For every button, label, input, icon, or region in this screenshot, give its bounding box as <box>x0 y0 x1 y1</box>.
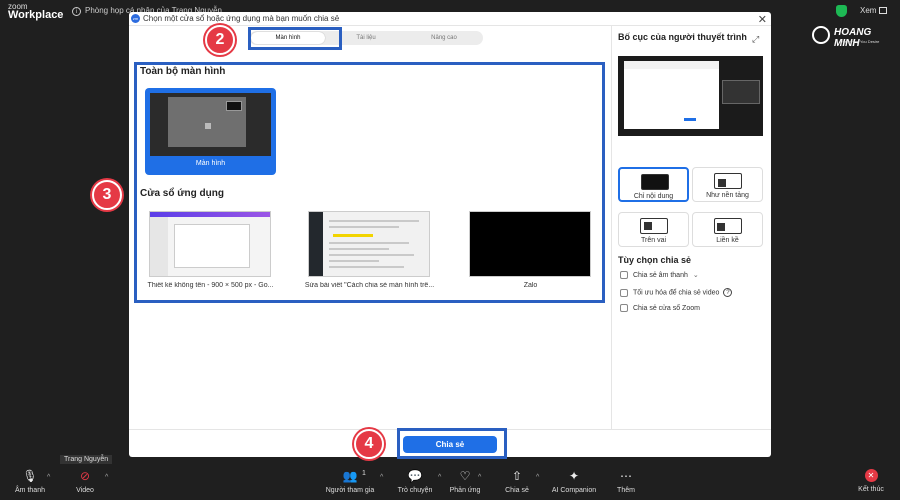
chevron-up-icon[interactable]: ^ <box>478 474 481 481</box>
step-badge-4: 4 <box>354 429 384 459</box>
step-badge-3: 3 <box>92 180 122 210</box>
security-shield-icon[interactable] <box>836 5 847 17</box>
layout-side-by-side[interactable]: Liền kề <box>692 212 763 247</box>
share-screen-icon: ⇧ <box>511 469 523 483</box>
reactions-button[interactable]: ♡ Phản ứng <box>435 469 495 494</box>
audio-button[interactable]: 🎙 Âm thanh <box>0 469 60 494</box>
zoom-app-icon: zm <box>131 14 140 23</box>
info-icon: i <box>72 7 81 16</box>
expand-icon[interactable]: ⤢ <box>752 34 759 45</box>
brand-mark-icon <box>812 26 830 44</box>
more-icon: ⋯ <box>620 469 632 483</box>
end-meeting-button[interactable]: ✕ Kết thúc <box>841 469 900 493</box>
layout-title: Bố cục của người thuyết trình <box>618 32 747 42</box>
optimize-video-checkbox[interactable]: Tối ưu hóa để chia sẻ video? <box>620 288 733 297</box>
over-shoulder-icon <box>640 218 668 234</box>
participant-name-label: Trang Nguyễn <box>60 455 113 464</box>
presenter-layout-panel: Bố cục của người thuyết trình ⤢ Chỉ nội … <box>611 26 771 429</box>
highlight-step2 <box>248 27 342 50</box>
chevron-down-icon[interactable]: ⌄ <box>693 272 699 279</box>
watermark-logo: HOANG MINH Everything You Desire <box>812 26 896 49</box>
sparkle-icon: ✦ <box>568 469 580 483</box>
layout-content-only[interactable]: Chỉ nội dung <box>618 167 689 202</box>
chevron-up-icon[interactable]: ^ <box>105 474 108 481</box>
close-icon[interactable]: ✕ <box>758 13 767 26</box>
side-by-side-icon <box>714 218 742 234</box>
video-button[interactable]: ⊘ Video <box>55 469 115 494</box>
highlight-step4 <box>397 428 507 459</box>
people-icon: 👥 <box>342 469 358 483</box>
meeting-toolbar: 🎙 Âm thanh ^ ⊘ Video ^ 👥 Người tham gia 1 ^… <box>0 466 900 500</box>
view-button[interactable]: Xem <box>860 6 888 15</box>
share-options-heading: Tùy chọn chia sẻ <box>618 255 692 265</box>
background-layout-icon <box>714 173 742 189</box>
checkbox-icon <box>620 304 628 312</box>
help-icon[interactable]: ? <box>723 288 733 297</box>
participants-count: 1 <box>362 470 366 477</box>
content-only-icon <box>641 174 669 190</box>
layout-preview <box>618 56 763 136</box>
end-icon: ✕ <box>864 469 878 482</box>
share-zoom-window-checkbox[interactable]: Chia sẻ cửa sổ Zoom <box>620 304 700 312</box>
chevron-up-icon[interactable]: ^ <box>380 474 383 481</box>
checkbox-icon <box>620 271 628 280</box>
participants-button[interactable]: 👥 Người tham gia <box>320 469 380 494</box>
layout-background[interactable]: Như nền tảng <box>692 167 763 202</box>
grid-icon <box>879 7 888 15</box>
microphone-icon: 🎙 <box>22 469 38 483</box>
tab-advanced[interactable]: Nâng cao <box>407 32 481 44</box>
layout-over-shoulder[interactable]: Trên vai <box>618 212 689 247</box>
chevron-up-icon[interactable]: ^ <box>536 474 539 481</box>
heart-icon: ♡ <box>459 469 471 483</box>
highlight-step3 <box>134 62 605 303</box>
more-button[interactable]: ⋯ Thêm <box>596 469 656 494</box>
dialog-title: Chọn một cửa sổ hoặc ứng dụng mà bạn muố… <box>143 14 340 23</box>
share-audio-checkbox[interactable]: Chia sẻ âm thanh ⌄ <box>620 271 699 280</box>
step-badge-2: 2 <box>205 25 235 55</box>
video-off-icon: ⊘ <box>79 469 91 483</box>
zoom-logo: zoom Workplace <box>8 2 64 21</box>
chat-icon: 💬 <box>407 469 423 483</box>
checkbox-icon <box>620 288 628 297</box>
chevron-up-icon[interactable]: ^ <box>47 474 50 481</box>
dialog-title-bar: zm Chọn một cửa sổ hoặc ứng dụng mà bạn … <box>129 12 771 26</box>
share-screen-button[interactable]: ⇧ Chia sẻ <box>487 469 547 494</box>
